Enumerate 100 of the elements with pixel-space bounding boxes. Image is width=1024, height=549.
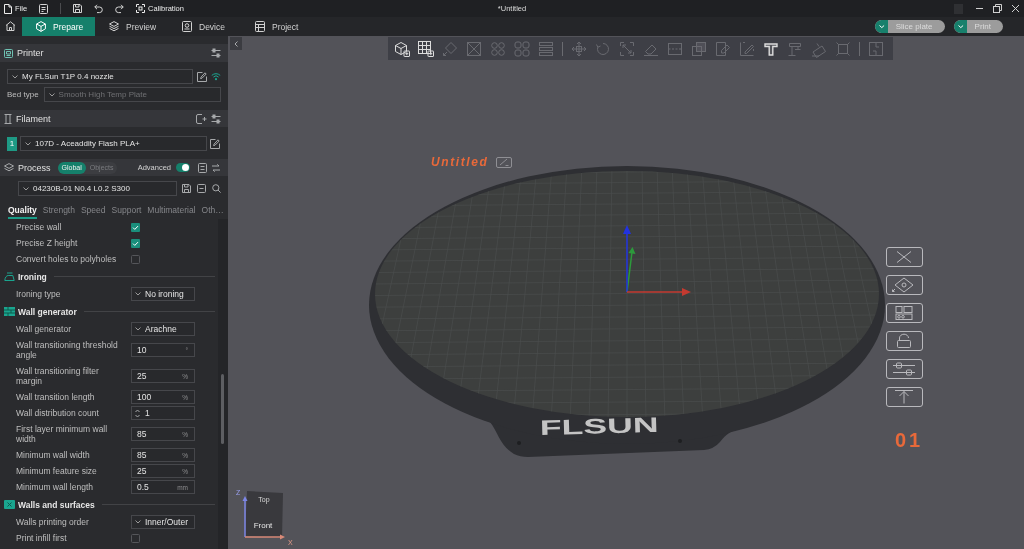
tab[interactable]: Strength — [42, 201, 75, 219]
setting-label: Precise Z height — [16, 238, 79, 248]
edit-icon[interactable] — [210, 138, 220, 149]
document-icon — [4, 3, 12, 14]
filament-number: 1 — [7, 136, 17, 151]
plate-name: Untitled — [431, 155, 489, 169]
checkbox[interactable] — [131, 254, 140, 264]
chevron-left-icon — [234, 40, 238, 47]
tab[interactable]: Support — [111, 201, 142, 219]
tab[interactable]: Project — [241, 17, 314, 36]
chevron-icon — [135, 327, 141, 331]
dropdown[interactable]: 04230B-01 N0.4 L0.2 S300 — [18, 181, 177, 196]
chevron-icon — [12, 74, 18, 79]
chevron-icon — [48, 92, 55, 97]
checkbox[interactable] — [131, 222, 140, 232]
cube-icon — [36, 21, 46, 32]
checkbox[interactable] — [131, 238, 140, 248]
tab[interactable]: Quality — [8, 201, 37, 219]
redo-icon[interactable] — [115, 4, 125, 13]
chevron-icon — [23, 186, 29, 191]
section-title: Walls and surfaces — [18, 499, 95, 510]
setting-label: First layer minimum wall width — [16, 424, 109, 444]
arrow-up-icon[interactable] — [886, 387, 923, 407]
search-icon[interactable] — [212, 184, 221, 193]
setting-label: Wall generator — [16, 324, 72, 334]
field-label: Bed type — [7, 90, 39, 99]
tab[interactable]: Speed — [80, 201, 106, 219]
iron-icon — [4, 272, 15, 281]
grid-square-icon — [4, 500, 15, 509]
grid-plus-icon[interactable] — [418, 40, 434, 57]
save-icon[interactable] — [73, 4, 83, 13]
tab[interactable]: Multimaterial — [147, 201, 196, 219]
tab[interactable]: Device — [168, 17, 241, 36]
wifi-icon[interactable] — [211, 72, 221, 81]
plus-box-icon[interactable] — [196, 113, 207, 124]
setting-label: Wall transition length — [16, 392, 96, 402]
setting-label: Walls printing order — [16, 517, 90, 527]
sliders-icon[interactable] — [886, 359, 923, 379]
cube-face-label: Front — [253, 521, 273, 530]
section-title: Filament — [16, 113, 51, 124]
section-title: Printer — [17, 48, 44, 58]
save-icon[interactable] — [182, 184, 191, 193]
notepad-icon[interactable] — [39, 3, 49, 14]
layers-icon — [4, 162, 14, 173]
edit-icon[interactable] — [197, 71, 207, 82]
printer-icon — [4, 48, 13, 58]
close-icon[interactable] — [1011, 4, 1020, 13]
setting-label: Ironing type — [16, 289, 62, 299]
scrollbar-thumb[interactable] — [221, 374, 224, 444]
z-axis-arrow — [623, 225, 631, 293]
setting-label: Minimum wall length — [16, 482, 94, 492]
blocks-icon[interactable] — [886, 303, 923, 323]
z-axis-arrow — [242, 496, 248, 538]
text-tool-icon[interactable] — [763, 40, 779, 57]
cube-plus-icon[interactable] — [394, 40, 410, 57]
sliders-icon[interactable] — [211, 48, 221, 58]
undo-icon[interactable] — [94, 4, 104, 13]
dropdown[interactable]: 107D - Aceaddity Flash PLA+ — [20, 136, 207, 151]
minus-box-icon[interactable] — [197, 184, 206, 193]
spool-icon — [4, 113, 12, 124]
setting-label: Wall distribution count — [16, 408, 100, 418]
table-icon — [255, 21, 265, 32]
setting-label: Precise wall — [16, 222, 63, 232]
frame-corners-icon — [136, 4, 146, 13]
advanced-switch[interactable] — [176, 163, 190, 172]
section-title: Process — [18, 162, 51, 173]
chevron-icon — [874, 20, 888, 33]
spin-field[interactable]: 1 — [131, 406, 195, 420]
list-icon[interactable] — [198, 162, 207, 173]
swap-arrows-icon[interactable] — [211, 162, 221, 173]
view-cube[interactable] — [245, 491, 283, 538]
dropdown[interactable]: Arachne — [131, 322, 195, 336]
restore-icon[interactable] — [993, 4, 1002, 13]
collapse-button[interactable] — [230, 37, 242, 50]
wall-icon — [4, 307, 15, 316]
x-icon[interactable] — [886, 247, 923, 267]
setting-label: Convert holes to polyholes — [16, 254, 118, 264]
tab[interactable]: Oth… — [201, 201, 224, 219]
home-icon[interactable] — [5, 21, 16, 31]
sliders-icon[interactable] — [211, 113, 221, 124]
checkbox[interactable] — [131, 533, 140, 543]
padlock-icon[interactable] — [886, 331, 923, 351]
tab[interactable]: Prepare — [22, 17, 95, 36]
plate-number: 01 — [895, 429, 924, 452]
bed-logo: FLSUN — [539, 412, 659, 440]
dropdown[interactable]: Inner/Outer — [131, 515, 195, 529]
tab[interactable]: Preview — [95, 17, 168, 36]
section-title: Ironing — [18, 271, 47, 282]
chevron-icon — [135, 520, 141, 524]
setting-label: Print infill first — [16, 533, 68, 543]
chevron-icon — [135, 292, 141, 296]
chevron-icon — [25, 141, 31, 146]
setting-label: Minimum wall width — [16, 450, 91, 460]
x-axis-arrow — [626, 288, 691, 296]
spin-arrows-icon — [135, 408, 140, 418]
dropdown[interactable]: My FLSun T1P 0.4 nozzle — [7, 69, 193, 84]
section-title: Wall generator — [18, 306, 77, 317]
chevron-icon — [953, 20, 967, 33]
setting-label: Minimum feature size — [16, 466, 98, 476]
dropdown[interactable]: No ironing — [131, 287, 195, 301]
